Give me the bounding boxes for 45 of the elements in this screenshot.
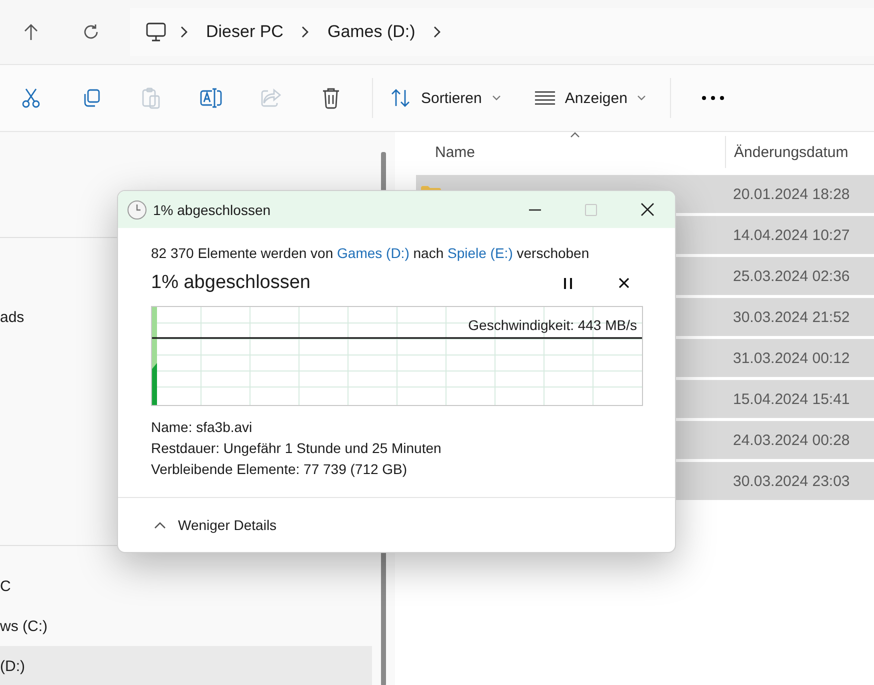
detail-line: Name: sfa3b.avi	[151, 418, 254, 437]
column-header[interactable]: Änderungsdatum	[725, 136, 848, 168]
view-menu-button[interactable]: Anzeigen	[524, 79, 656, 117]
date-cell-text: 24.03.2024 00:28	[732, 432, 850, 448]
cancel-icon[interactable]	[619, 278, 629, 288]
date-cell-text: 14.04.2024 10:27	[732, 226, 850, 244]
sort-caret-icon	[570, 132, 580, 138]
breadcrumb-item[interactable]: Games (D:)	[323, 22, 420, 42]
date-cell-text: 25.03.2024 02:36	[732, 268, 850, 284]
date-cell-text: 20.01.2024 18:28	[732, 186, 850, 202]
close-icon[interactable]	[640, 203, 654, 216]
speed-label: Geschwindigkeit: 443 MB/s	[468, 317, 637, 333]
detail-line: Restdauer: Ungefähr 1 Stunde und 25 Minuten	[151, 439, 442, 458]
detail-line: Verbleibende Elemente: 77 739 (712 GB)	[151, 460, 408, 479]
dialog-title: 1% abgeschlossen	[153, 202, 272, 218]
details-toggle[interactable]: Weniger Details	[154, 517, 277, 533]
minimize-icon[interactable]	[529, 208, 541, 210]
chevron-right-icon	[433, 26, 442, 38]
up-arrow-icon[interactable]	[23, 23, 39, 41]
date-cell-text: 30.03.2024 23:03	[732, 472, 850, 490]
nav-item[interactable]: (D:)	[0, 646, 372, 685]
monitor-icon	[146, 22, 166, 42]
transfer-summary: 82 370 Elemente werden von Games (D:) nach Spiele (E:) verschoben	[151, 245, 590, 261]
chevron-right-icon	[301, 26, 310, 38]
drive-link[interactable]: Games (D:)	[337, 245, 410, 261]
refresh-icon[interactable]	[82, 23, 100, 41]
clock-icon	[127, 200, 147, 220]
sort-menu-button[interactable]: Sortieren	[381, 79, 511, 117]
date-cell-text: 31.03.2024 00:12	[732, 350, 850, 366]
caret-icon	[637, 95, 646, 101]
nav-item[interactable]: C	[0, 566, 372, 606]
date-cell-text: 15.04.2024 15:41	[732, 390, 850, 408]
progress-heading: 1% abgeschlossen	[151, 272, 312, 294]
drive-link[interactable]: Spiele (E:)	[448, 245, 513, 261]
chevron-right-icon	[180, 26, 188, 38]
list-lines-icon	[534, 91, 555, 105]
date-cell-text: 30.03.2024 21:52	[732, 308, 850, 326]
nav-item[interactable]: ws (C:)	[0, 606, 372, 646]
sort-arrows-icon	[391, 88, 411, 108]
pause-icon[interactable]	[564, 278, 572, 288]
column-header[interactable]: Name	[435, 132, 725, 172]
more-icon[interactable]	[702, 96, 724, 100]
caret-icon	[492, 95, 501, 101]
chevron-up-icon	[154, 522, 166, 528]
breadcrumb-item[interactable]: Dieser PC	[202, 22, 288, 42]
